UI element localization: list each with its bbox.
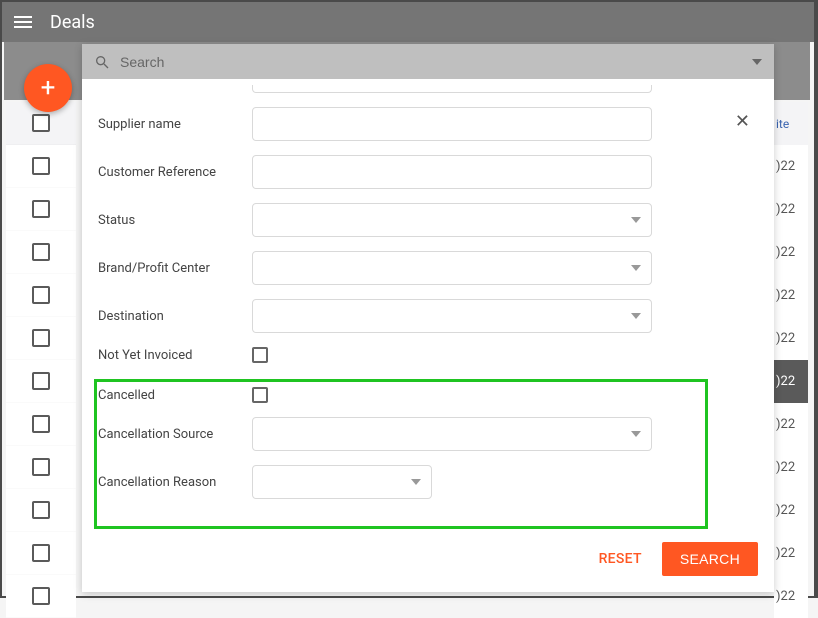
destination-select[interactable] [252,299,652,333]
row-checkbox[interactable] [32,501,50,519]
search-button[interactable]: SEARCH [662,542,758,576]
chevron-down-icon [631,429,641,439]
dropdown-icon[interactable] [752,57,762,67]
table-cell: )22 [774,446,808,489]
customer-reference-label: Customer Reference [98,165,252,180]
cancelled-label: Cancelled [98,388,252,403]
table-cell: )22 [774,231,808,274]
table-cell: )22 [774,575,808,618]
table-cell: )22 [774,274,808,317]
table-cell: )22 [774,188,808,231]
cancelled-checkbox[interactable] [252,387,268,403]
plus-icon: + [41,73,56,103]
select-all-checkbox[interactable] [32,114,50,132]
add-deal-button[interactable]: + [24,64,72,112]
menu-icon[interactable] [14,12,34,32]
row-checkbox[interactable] [32,286,50,304]
brand-select[interactable] [252,251,652,285]
table-cell: )22 [774,489,808,532]
row-checkbox[interactable] [32,458,50,476]
right-date-column: ite )22 )22 )22 )22 )22 )22 )22 )22 )22 … [774,102,808,618]
app-header: Deals [2,2,814,42]
row-checkbox[interactable] [32,329,50,347]
status-select[interactable] [252,203,652,237]
chevron-down-icon [631,311,641,321]
table-cell: )22 [774,532,808,575]
status-label: Status [98,213,252,228]
supplier-name-input[interactable] [252,107,652,141]
row-checkbox[interactable] [32,415,50,433]
search-panel: ✕ Supplier name Customer Reference Statu… [82,44,774,592]
previous-field-fragment[interactable] [252,85,652,93]
row-checkbox[interactable] [32,587,50,605]
left-checkbox-column [6,102,76,618]
column-header[interactable]: ite [774,102,808,145]
table-cell: )22 [774,145,808,188]
page-title: Deals [50,12,95,33]
search-icon [94,54,110,70]
not-yet-invoiced-checkbox[interactable] [252,347,268,363]
filter-form: ✕ Supplier name Customer Reference Statu… [82,79,774,532]
not-yet-invoiced-label: Not Yet Invoiced [98,348,252,363]
cancellation-reason-label: Cancellation Reason [98,475,252,490]
panel-actions: RESET SEARCH [82,532,774,592]
close-icon[interactable]: ✕ [735,111,750,132]
customer-reference-input[interactable] [252,155,652,189]
row-checkbox[interactable] [32,372,50,390]
reset-button[interactable]: RESET [599,551,642,567]
brand-label: Brand/Profit Center [98,261,252,276]
chevron-down-icon [631,215,641,225]
search-bar[interactable] [82,44,774,79]
row-checkbox[interactable] [32,243,50,261]
cancellation-source-label: Cancellation Source [98,427,252,442]
row-checkbox[interactable] [32,544,50,562]
supplier-name-label: Supplier name [98,117,252,132]
row-checkbox[interactable] [32,200,50,218]
table-cell: )22 [774,403,808,446]
chevron-down-icon [411,477,421,487]
cancellation-reason-select[interactable] [252,465,432,499]
table-cell: )22 [774,360,808,403]
destination-label: Destination [98,309,252,324]
cancellation-source-select[interactable] [252,417,652,451]
table-cell: )22 [774,317,808,360]
chevron-down-icon [631,263,641,273]
row-checkbox[interactable] [32,157,50,175]
search-input[interactable] [120,54,762,70]
